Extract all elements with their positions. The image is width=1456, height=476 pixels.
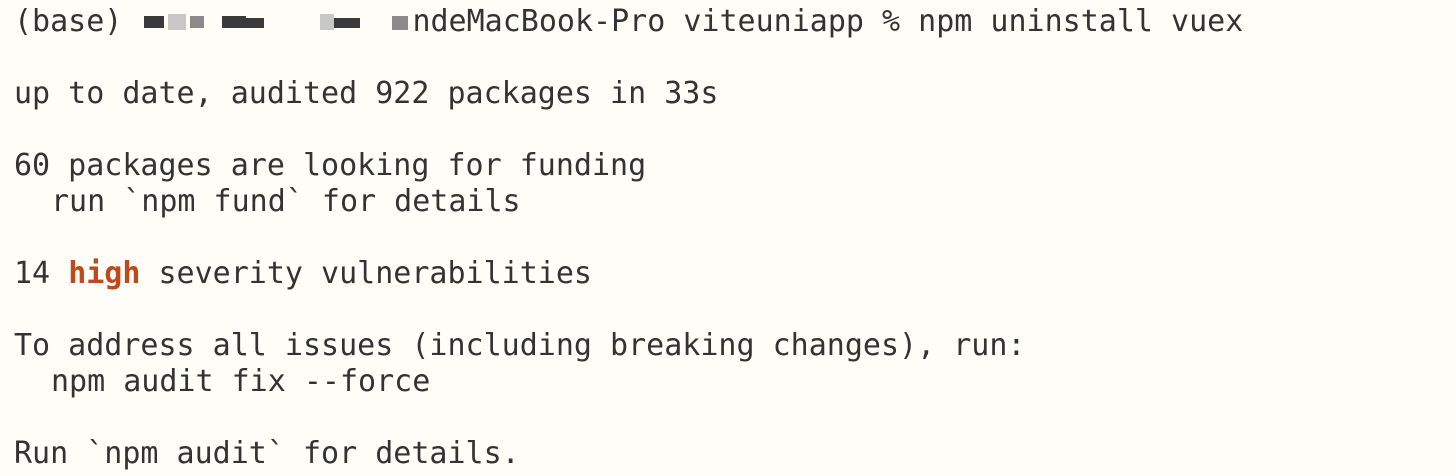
address-line: To address all issues (including breakin…	[14, 328, 1026, 363]
funding-line: 60 packages are looking for funding	[14, 148, 647, 183]
details-line: Run `npm audit` for details.	[14, 436, 520, 471]
vuln-count: 14	[14, 256, 69, 291]
funding-hint: run `npm fund` for details	[51, 184, 521, 219]
redacted-username	[140, 4, 412, 40]
vuln-rest: severity vulnerabilities	[140, 256, 592, 291]
vuln-severity-high: high	[68, 256, 141, 291]
terminal-window[interactable]: (base) ndeMacBook-Pro viteuniapp % npm u…	[0, 0, 1456, 476]
audit-summary: up to date, audited 922 packages in 33s	[14, 76, 719, 111]
prompt-line: (base) ndeMacBook-Pro viteuniapp % npm u…	[14, 4, 1456, 40]
vulnerability-line: 14 high severity vulnerabilities	[14, 256, 1456, 292]
fix-command: npm audit fix --force	[51, 364, 431, 399]
prompt-command: ndeMacBook-Pro viteuniapp % npm uninstal…	[412, 4, 1244, 39]
prompt-prefix: (base)	[14, 4, 141, 39]
